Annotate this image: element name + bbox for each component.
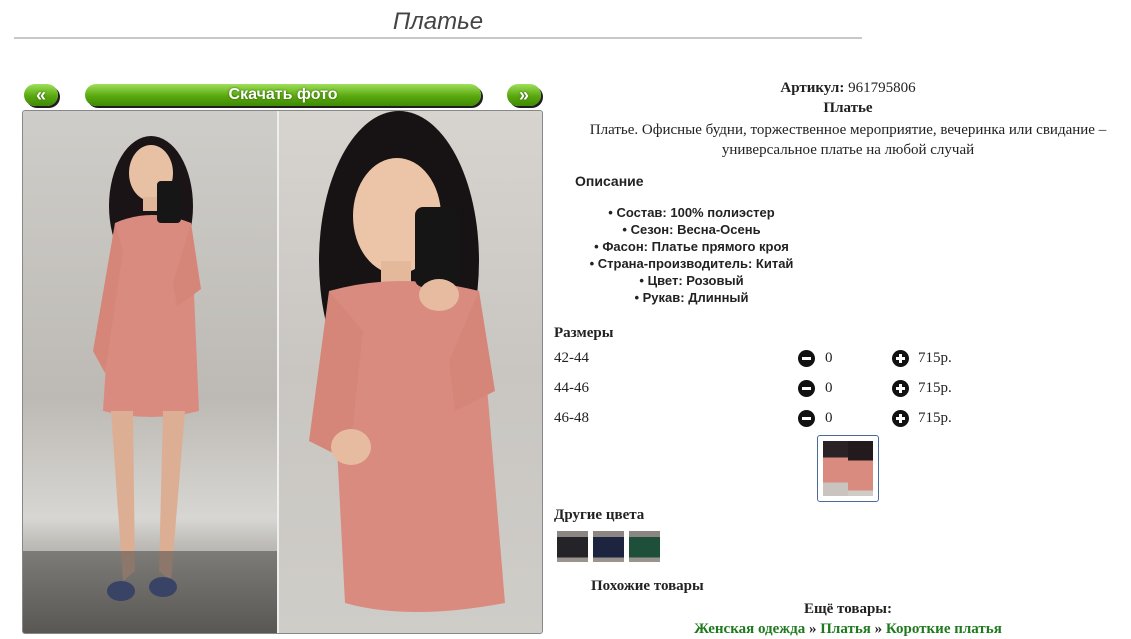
product-description: Платье. Офисные будни, торжественное мер… xyxy=(589,122,1107,158)
plus-icon[interactable] xyxy=(892,380,909,397)
product-name: Платье xyxy=(823,100,873,116)
page-title: Платье xyxy=(14,8,862,39)
other-colors-heading: Другие цвета xyxy=(554,507,645,523)
photo-right-panel xyxy=(279,111,542,633)
size-row: 44-46 0 715р. xyxy=(554,378,1004,400)
color-variant-thumbnail[interactable] xyxy=(593,531,624,562)
color-variant-thumbnail[interactable] xyxy=(629,531,660,562)
article-line: Артикул: 961795806 xyxy=(568,80,1128,97)
breadcrumb-link-short-dresses[interactable]: Короткие платья xyxy=(886,621,1002,637)
product-photo[interactable] xyxy=(22,110,543,634)
photo-thumbnail[interactable] xyxy=(817,435,879,502)
size-row: 42-44 0 715р. xyxy=(554,348,1004,370)
spec-item: Фасон: Платье прямого кроя xyxy=(554,238,829,255)
breadcrumb-link-dresses[interactable]: Платья xyxy=(820,621,871,637)
spec-item: Страна-производитель: Китай xyxy=(554,255,829,272)
size-label: 44-46 xyxy=(554,380,589,396)
plus-icon[interactable] xyxy=(892,350,909,367)
sizes-heading: Размеры xyxy=(554,325,614,341)
category-breadcrumb: Женская одежда » Платья » Короткие плать… xyxy=(568,621,1128,638)
quantity-value: 0 xyxy=(825,350,833,366)
specs-list: Состав: 100% полиэстер Сезон: Весна-Осен… xyxy=(554,204,829,306)
breadcrumb-separator: » xyxy=(809,621,817,637)
article-label: Артикул: xyxy=(780,80,845,96)
size-row: 46-48 0 715р. xyxy=(554,408,1004,430)
specs-heading: Описание xyxy=(575,173,644,189)
model-full-body-image xyxy=(23,136,278,633)
spec-item: Цвет: Розовый xyxy=(554,272,829,289)
download-photo-button[interactable]: Скачать фото xyxy=(85,84,481,106)
similar-products-heading: Похожие товары xyxy=(591,578,704,594)
next-photo-button[interactable]: » xyxy=(507,84,541,106)
thumbnail-image xyxy=(823,441,873,496)
plus-icon[interactable] xyxy=(892,410,909,427)
minus-icon[interactable] xyxy=(798,380,815,397)
quantity-value: 0 xyxy=(825,410,833,426)
quantity-value: 0 xyxy=(825,380,833,396)
breadcrumb-separator: » xyxy=(874,621,883,637)
color-variant-thumbnail[interactable] xyxy=(557,531,588,562)
spec-item: Сезон: Весна-Осень xyxy=(554,221,829,238)
size-label: 42-44 xyxy=(554,350,589,366)
price-value: 715р. xyxy=(918,410,952,426)
article-value: 961795806 xyxy=(848,80,916,96)
minus-icon[interactable] xyxy=(798,410,815,427)
prev-photo-button[interactable]: « xyxy=(24,84,58,106)
more-products-heading: Ещё товары: xyxy=(803,601,893,617)
price-value: 715р. xyxy=(918,380,952,396)
model-closeup-image xyxy=(309,111,505,612)
spec-item: Состав: 100% полиэстер xyxy=(554,204,829,221)
breadcrumb-link-womens-clothing[interactable]: Женская одежда xyxy=(694,621,805,637)
photo-left-panel xyxy=(23,111,278,633)
price-value: 715р. xyxy=(918,350,952,366)
minus-icon[interactable] xyxy=(798,350,815,367)
size-label: 46-48 xyxy=(554,410,589,426)
spec-item: Рукав: Длинный xyxy=(554,289,829,306)
